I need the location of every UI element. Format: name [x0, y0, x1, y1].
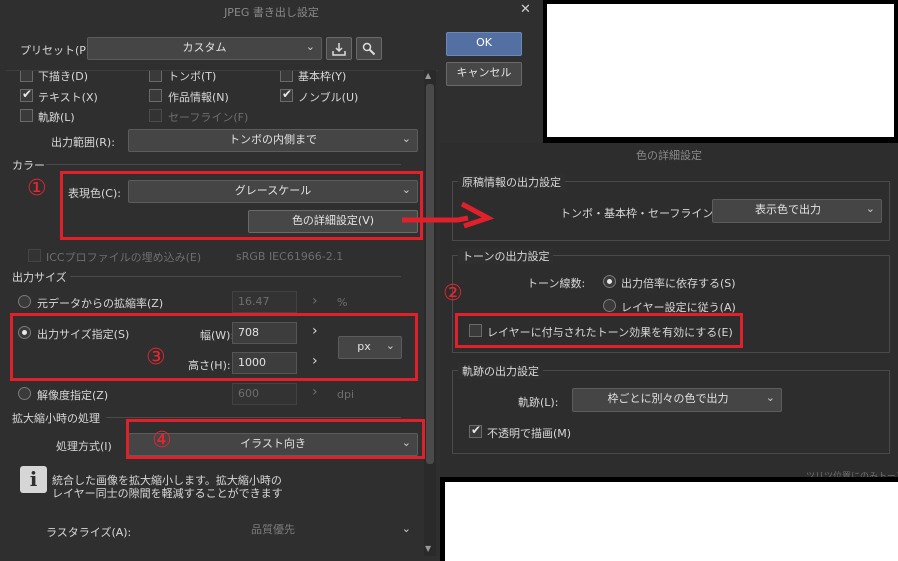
shitagaki-checkbox[interactable] — [20, 71, 33, 82]
tone-depend-label: 出力倍率に依存する(S) — [621, 277, 736, 290]
blank-panel-bottom — [440, 477, 898, 561]
color-section-divider — [46, 164, 401, 165]
output-size-divider — [70, 276, 401, 277]
blank-panel-top — [543, 0, 898, 143]
tonbo-checkbox[interactable] — [149, 71, 162, 82]
color-section-header: カラー — [12, 159, 45, 172]
icc-profile-value: sRGB IEC61966-2.1 — [236, 250, 344, 263]
scale-radio[interactable] — [18, 295, 31, 308]
resolution-label: 解像度指定(Z) — [37, 389, 109, 402]
kiseki-group-header: 軌跡の出力設定 — [458, 363, 543, 379]
scale-input[interactable]: 16.47 — [232, 291, 297, 313]
tonbo-frame-label: トンボ・基本枠・セーフライン(T): — [560, 207, 733, 220]
tone-group-header: トーンの出力設定 — [458, 248, 554, 264]
info-icon-glyph: i — [29, 467, 38, 491]
scale-unit: % — [337, 296, 348, 309]
chevron-down-icon: ⌄ — [865, 202, 875, 215]
blank-panel-bottom-inner — [445, 482, 898, 561]
opaque-label: 不透明で描画(M) — [487, 427, 572, 440]
kihonwaku-checkbox[interactable] — [280, 71, 293, 82]
rasterize-value: 品質優先 — [251, 523, 295, 536]
preset-settings-button[interactable] — [356, 37, 382, 60]
scaling-divider — [106, 417, 401, 418]
chevron-down-icon: ⌄ — [765, 391, 775, 404]
highlight-box-1 — [60, 171, 423, 240]
close-icon[interactable]: ✕ — [520, 2, 531, 17]
kiseki-value: 枠ごとに別々の色で出力 — [607, 392, 729, 405]
tonbo-frame-value: 表示色で出力 — [755, 203, 821, 216]
annotation-number-3: ③ — [146, 345, 166, 370]
manuscript-group-header: 原稿情報の出力設定 — [458, 174, 565, 190]
nombre-label: ノンブル(U) — [298, 91, 359, 104]
text-label: テキスト(X) — [38, 91, 98, 104]
preset-value: カスタム — [182, 41, 227, 54]
kiseki-label: 軌跡(L): — [518, 396, 559, 409]
save-preset-icon — [332, 43, 346, 56]
text-checkbox[interactable] — [20, 87, 33, 102]
tone-depend-radio[interactable] — [603, 275, 616, 288]
tone-lines-label: トーン線数: — [527, 277, 586, 290]
dialog-title: JPEG 書き出し設定 — [224, 6, 319, 19]
save-preset-button[interactable] — [326, 37, 352, 60]
preset-dropdown[interactable]: カスタム ⌄ — [87, 37, 322, 60]
chevron-down-icon: ⌄ — [401, 522, 411, 535]
rasterize-dropdown[interactable]: 品質優先 ⌄ — [128, 519, 418, 542]
tonbo-label: トンボ(T) — [168, 70, 217, 83]
info-icon: i — [20, 466, 47, 493]
safeline-checkbox[interactable] — [149, 109, 162, 122]
icc-checkbox[interactable] — [28, 249, 41, 262]
resolution-arrow-icon[interactable]: › — [312, 384, 318, 400]
scrollbar[interactable]: ▲ ▼ — [424, 70, 436, 556]
info-text-line2: レイヤー同士の隙間を軽減することができます — [52, 487, 283, 500]
annotation-number-4: ④ — [152, 428, 172, 453]
resolution-unit: dpi — [337, 388, 355, 401]
color-detail-dialog: 色の詳細設定 原稿情報の出力設定 トンボ・基本枠・セーフライン(T): 表示色で… — [440, 143, 898, 482]
chevron-down-icon: ⌄ — [401, 132, 411, 145]
annotation-arrow-head — [460, 201, 495, 228]
tonbo-frame-dropdown[interactable]: 表示色で出力 ⌄ — [712, 199, 882, 223]
resolution-radio[interactable] — [18, 387, 31, 400]
sakuhin-label: 作品情報(N) — [168, 91, 229, 104]
method-label: 処理方式(I) — [56, 440, 112, 453]
scroll-up-arrow[interactable]: ▲ — [425, 71, 431, 80]
sakuhin-checkbox[interactable] — [149, 89, 162, 102]
kiseki-dropdown[interactable]: 枠ごとに別々の色で出力 ⌄ — [572, 388, 782, 412]
annotation-number-1: ① — [27, 176, 47, 201]
annotation-arrow-shaft — [402, 215, 469, 223]
cancel-button[interactable]: キャンセル — [446, 62, 522, 86]
preset-label: プリセット(P): — [20, 44, 94, 57]
opaque-checkbox[interactable] — [469, 423, 482, 438]
annotation-number-2: ② — [443, 281, 463, 306]
scale-arrow-icon[interactable]: › — [312, 293, 318, 309]
scale-label: 元データからの拡縮率(Z) — [37, 297, 164, 310]
blank-panel-top-inner — [547, 4, 894, 137]
safeline-label: セーフライン(F) — [168, 111, 249, 124]
resolution-input[interactable]: 600 — [232, 383, 297, 405]
scaling-section-header: 拡大縮小時の処理 — [12, 412, 100, 425]
scroll-down-arrow[interactable]: ▼ — [425, 544, 431, 553]
ok-button[interactable]: OK — [446, 32, 522, 56]
highlight-box-2 — [455, 313, 743, 348]
output-range-label: 出力範囲(R): — [51, 136, 115, 149]
scroll-thumb[interactable] — [426, 84, 434, 464]
annotation-arrow-icon — [402, 201, 495, 228]
icc-label: ICCプロファイルの埋め込み(E) — [46, 251, 202, 264]
kiseki-output-group — [452, 370, 890, 454]
output-range-value: トンボの内側まで — [229, 133, 317, 146]
color-dialog-title: 色の詳細設定 — [636, 149, 702, 162]
tone-layer-radio[interactable] — [603, 299, 616, 312]
kiseki-label: 軌跡(L) — [38, 111, 75, 124]
wrench-icon — [362, 42, 376, 56]
highlight-box-3 — [10, 313, 418, 381]
kihonwaku-label: 基本枠(Y) — [298, 70, 347, 83]
kiseki-checkbox[interactable] — [20, 109, 33, 122]
output-size-section-header: 出力サイズ — [12, 271, 67, 284]
shitagaki-label: 下描き(D) — [38, 70, 89, 83]
rasterize-label: ラスタライズ(A): — [46, 526, 132, 539]
nombre-checkbox[interactable] — [280, 87, 293, 102]
output-range-dropdown[interactable]: トンボの内側まで ⌄ — [128, 129, 418, 152]
chevron-down-icon: ⌄ — [305, 40, 315, 53]
